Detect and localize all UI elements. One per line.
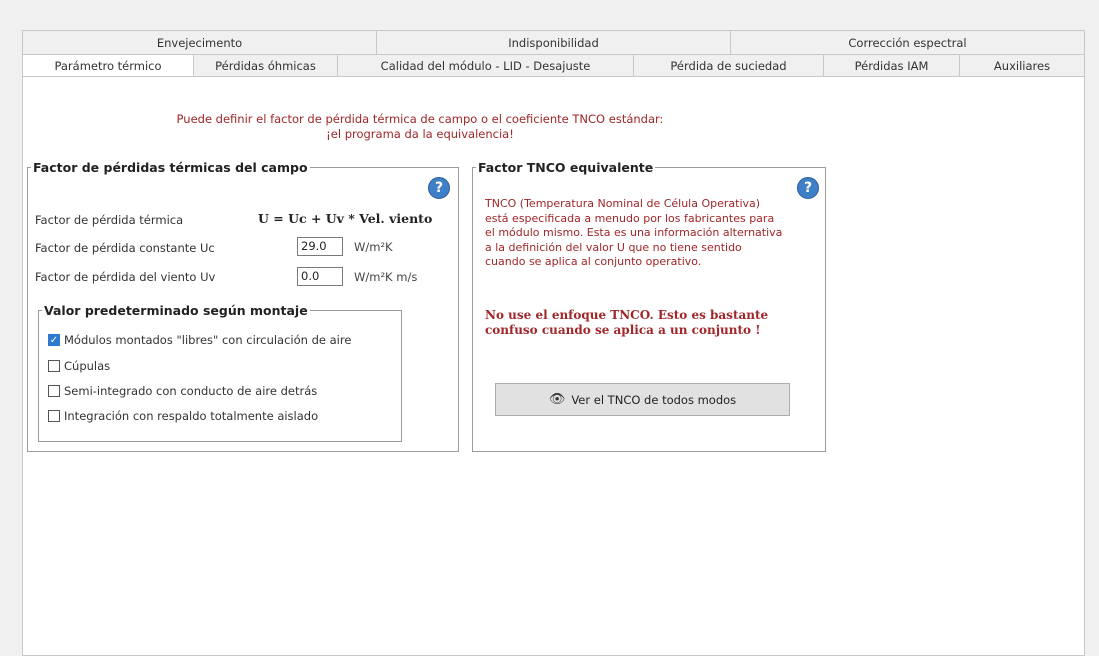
tab-correccion-espectral[interactable]: Corrección espectral [731,30,1085,54]
mounting-option-label: Integración con respaldo totalmente aisl… [64,409,319,423]
info-note-line1: Puede definir el factor de pérdida térmi… [176,112,664,126]
mounting-default-group-title: Valor predeterminado según montaje [44,303,308,318]
tnco-description: TNCO (Temperatura Nominal de Célula Oper… [485,197,783,268]
tab-perdidas-ohmicas[interactable]: Pérdidas óhmicas [194,54,338,77]
uc-unit: W/m²K [354,240,393,254]
mounting-option-domes[interactable]: Cúpulas [48,359,110,373]
eye-icon: 👁 [548,392,566,407]
mounting-option-label: Semi-integrado con conducto de aire detr… [64,384,318,398]
mounting-option-insulated[interactable]: Integración con respaldo totalmente aisl… [48,409,318,423]
tnco-group-title: Factor TNCO equivalente [478,160,654,175]
checkbox-icon[interactable] [48,360,60,372]
mounting-option-free[interactable]: ✓ Módulos montados "libres" con circulac… [48,333,351,347]
tab-indisponibilidad[interactable]: Indisponibilidad [377,30,731,54]
uv-input[interactable]: 0.0 [297,267,343,286]
tab-row-upper: Envejecimento Indisponibilidad Correcció… [22,30,1085,54]
tab-parametro-termico[interactable]: Parámetro térmico [22,54,194,77]
tab-auxiliares[interactable]: Auxiliares [960,54,1085,77]
tab-perdida-suciedad[interactable]: Pérdida de suciedad [634,54,824,77]
uv-label: Factor de pérdida del viento Uv [35,270,216,284]
checkbox-icon[interactable] [48,385,60,397]
uc-label: Factor de pérdida constante Uc [35,241,215,255]
view-tnco-button-label: Ver el TNCO de todos modos [571,392,737,407]
thermal-loss-factor-label: Factor de pérdida térmica [35,213,184,227]
thermal-loss-formula: U = Uc + Uv * Vel. viento [258,211,433,226]
uv-unit: W/m²K m/s [354,270,418,284]
thermal-loss-group-title: Factor de pérdidas térmicas del campo [33,160,308,175]
info-note-line2: ¡el programa da la equivalencia! [326,127,514,141]
checkbox-icon[interactable] [48,410,60,422]
checkbox-checked-icon[interactable]: ✓ [48,334,60,346]
mounting-option-semi-integrated[interactable]: Semi-integrado con conducto de aire detr… [48,384,317,398]
tnco-warning: No use el enfoque TNCO. Esto es bastante… [485,308,769,337]
help-icon[interactable]: ? [797,177,819,199]
tab-calidad-modulo[interactable]: Calidad del módulo - LID - Desajuste [338,54,634,77]
info-note: Puede definir el factor de pérdida térmi… [140,112,700,142]
tab-envejecimiento[interactable]: Envejecimento [22,30,377,54]
tab-row-lower: Parámetro térmico Pérdidas óhmicas Calid… [22,54,1085,77]
view-tnco-button[interactable]: 👁 Ver el TNCO de todos modos [495,383,790,416]
mounting-option-label: Módulos montados "libres" con circulació… [64,333,352,347]
help-icon[interactable]: ? [428,177,450,199]
tab-perdidas-iam[interactable]: Pérdidas IAM [824,54,960,77]
uc-input[interactable]: 29.0 [297,237,343,256]
mounting-option-label: Cúpulas [64,359,111,373]
